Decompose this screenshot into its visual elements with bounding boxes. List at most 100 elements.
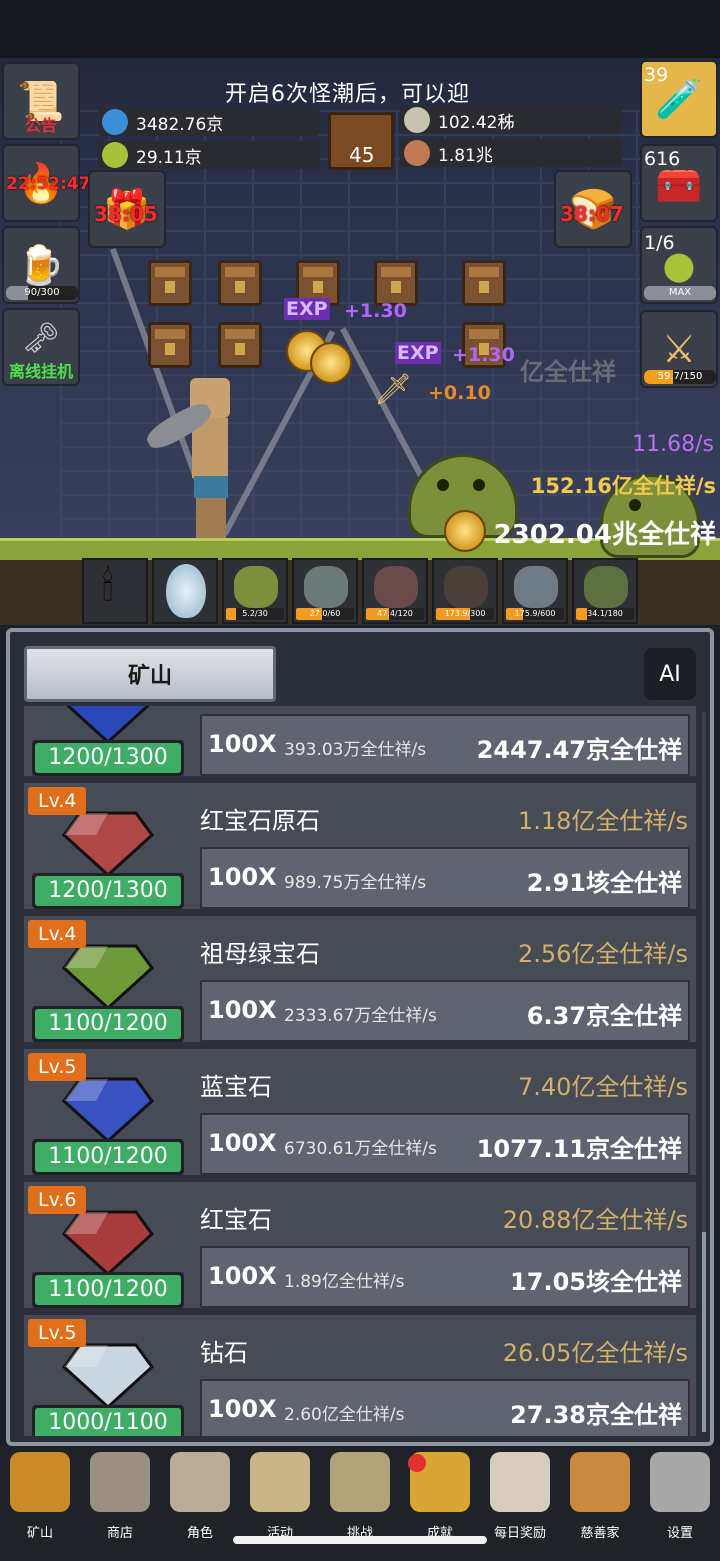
- monster-slot-zombie[interactable]: 27.0/60: [292, 558, 358, 624]
- gem-icon: [60, 1204, 156, 1278]
- left-chest-timer: 38:05: [94, 202, 158, 226]
- scene-chest[interactable]: [218, 322, 262, 368]
- upgrade-button[interactable]: 100X 1.89亿全仕祥/s 17.05垓全仕祥: [200, 1246, 690, 1308]
- chest-button[interactable]: 🧰 616: [640, 144, 718, 222]
- capacity-bar: 1200/1300: [32, 873, 184, 909]
- mine-row[interactable]: 1200/1300 100X 393.03万全仕祥/s 2447.47京全仕祥: [22, 706, 698, 778]
- resource-value: 3482.76京: [136, 114, 224, 135]
- multiplier: 100X: [208, 1395, 277, 1423]
- slime-eye: [629, 499, 641, 511]
- nav-item-bread[interactable]: 慈善家: [560, 1452, 640, 1546]
- slime-eye: [437, 479, 449, 491]
- slime-eye: [473, 479, 485, 491]
- home-indicator[interactable]: [233, 1536, 487, 1544]
- slime-button[interactable]: ● 1/6 MAX: [640, 226, 718, 304]
- game-scene: 开启6次怪潮后，可以迎 📜 公告 🔥 22:52:47 🍺 90/300 🗝 离…: [0, 0, 720, 625]
- mine-rate: 1.18亿全仕祥/s: [517, 807, 688, 835]
- lantern-icon: [10, 1452, 70, 1512]
- nav-item-scroll[interactable]: 活动: [240, 1452, 320, 1546]
- torch-button[interactable]: 🔥 22:52:47: [2, 144, 91, 222]
- potion-button[interactable]: 🧪 39: [640, 60, 718, 138]
- rate-increase: 6730.61万全仕祥/s: [284, 1139, 437, 1159]
- scroll-icon: [250, 1452, 310, 1512]
- resource-value: 102.42秭: [438, 112, 515, 133]
- nav-item-lantern[interactable]: 矿山: [0, 1452, 80, 1546]
- slime-max-text: MAX: [668, 287, 692, 298]
- nav-item-gear[interactable]: 设置: [640, 1452, 720, 1546]
- green-potion-icon: [102, 142, 128, 168]
- scene-chest[interactable]: [218, 260, 262, 306]
- slime-max-bar: MAX: [644, 286, 716, 300]
- sword-progress-bar: 59.7/150: [644, 370, 716, 384]
- upgrade-button[interactable]: 100X 2333.67万全仕祥/s 6.37京全仕祥: [200, 980, 690, 1042]
- upgrade-button[interactable]: 100X 6730.61万全仕祥/s 1077.11京全仕祥: [200, 1113, 690, 1175]
- left-chest-button[interactable]: 🎁 38:05: [88, 170, 166, 248]
- dropped-sword-icon[interactable]: 🗡: [374, 372, 412, 407]
- scrollbar-thumb[interactable]: [702, 1232, 706, 1432]
- capacity-text: 1200/1300: [35, 743, 181, 773]
- monster-progress-text: 5.2/30: [242, 609, 268, 618]
- right-chest-timer: 38:07: [560, 202, 624, 226]
- monster-slot-bat[interactable]: 47.4/120: [362, 558, 428, 624]
- beer-mug-icon: 🍺: [17, 242, 65, 287]
- capacity-text: 1000/1100: [35, 1408, 181, 1436]
- book-button[interactable]: 45: [328, 112, 394, 170]
- mine-name: 蓝宝石: [200, 1073, 272, 1101]
- notification-dot: [408, 1454, 426, 1472]
- silver-coin-icon: [404, 107, 430, 133]
- monster-progress-text: 47.4/120: [377, 609, 413, 618]
- monster-slot-goblin[interactable]: 34.1/180: [572, 558, 638, 624]
- scene-chest[interactable]: [462, 260, 506, 306]
- exp-value: +1.30: [452, 344, 515, 366]
- monster-slot-mummy[interactable]: 175.9/600: [502, 558, 568, 624]
- upgrade-button[interactable]: 100X 989.75万全仕祥/s 2.91垓全仕祥: [200, 847, 690, 909]
- mine-tab-button[interactable]: 矿山: [24, 646, 276, 702]
- monster-progress-bar: 5.2/30: [226, 608, 284, 620]
- nav-item-envelope[interactable]: 每日奖励: [480, 1452, 560, 1546]
- goblin-icon: [584, 566, 628, 608]
- scene-chest[interactable]: [148, 260, 192, 306]
- nav-label: 矿山: [26, 1526, 53, 1541]
- mine-row[interactable]: Lv.4 1200/1300 红宝石原石 1.18亿全仕祥/s 100X 989.75万全…: [22, 781, 698, 911]
- notice-button[interactable]: 📜 公告: [2, 62, 80, 140]
- capacity-bar: 1200/1300: [32, 740, 184, 776]
- chest-count: 616: [644, 148, 681, 170]
- egg-slot[interactable]: [152, 558, 218, 624]
- level-badge: Lv.6: [28, 1186, 87, 1214]
- scene-chest[interactable]: [148, 322, 192, 368]
- income-rate: 152.16亿全仕祥/s: [530, 474, 716, 498]
- capacity-bar: 1100/1200: [32, 1139, 184, 1175]
- mine-row[interactable]: Lv.4 1100/1200 祖母绿宝石 2.56亿全仕祥/s 100X 2333.67万…: [22, 914, 698, 1044]
- nav-item-map[interactable]: 挑战: [320, 1452, 400, 1546]
- mine-row[interactable]: Lv.6 1100/1200 红宝石 20.88亿全仕祥/s 100X 1.89亿全仕祥/…: [22, 1180, 698, 1310]
- upgrade-button[interactable]: 100X 2.60亿全仕祥/s 27.38京全仕祥: [200, 1379, 690, 1436]
- coin-icon[interactable]: [310, 342, 352, 384]
- mine-list[interactable]: 1200/1300 100X 393.03万全仕祥/s 2447.47京全仕祥 Lv.4…: [22, 706, 698, 1436]
- candle-slot[interactable]: 🕯: [82, 558, 148, 624]
- mine-row[interactable]: Lv.5 1100/1200 蓝宝石 7.40亿全仕祥/s 100X 6730.61万全仕…: [22, 1047, 698, 1177]
- ai-button[interactable]: AI: [644, 648, 696, 700]
- sword-button[interactable]: ⚔ 59.7/150: [640, 310, 718, 388]
- bat-icon: [374, 566, 418, 608]
- upgrade-button[interactable]: 100X 393.03万全仕祥/s 2447.47京全仕祥: [200, 714, 690, 776]
- capacity-bar: 1100/1200: [32, 1006, 184, 1042]
- nav-item-skull[interactable]: 角色: [160, 1452, 240, 1546]
- capacity-text: 1100/1200: [35, 1275, 181, 1305]
- resource-silver: 102.42秭: [400, 106, 622, 134]
- meat-icon: [404, 140, 430, 166]
- monster-slot-spider[interactable]: 173.9/300: [432, 558, 498, 624]
- upgrade-cost: 1077.11京全仕祥: [476, 1135, 682, 1163]
- mine-row[interactable]: Lv.5 1000/1100 钻石 26.05亿全仕祥/s 100X 2.60亿全仕祥/s…: [22, 1313, 698, 1436]
- slime-icon: [234, 566, 278, 608]
- total-coin-icon: [444, 510, 486, 552]
- offline-button[interactable]: 🗝 离线挂机: [2, 308, 80, 386]
- mine-list-scrollbar[interactable]: [702, 712, 706, 1432]
- right-chest-button[interactable]: 🍞 38:07: [554, 170, 632, 248]
- resource-green-potion: 29.11京: [98, 141, 320, 169]
- sword-icon: ⚔: [661, 327, 697, 371]
- mine-rate: 2.56亿全仕祥/s: [517, 940, 688, 968]
- beer-button[interactable]: 🍺 90/300: [2, 226, 80, 304]
- multiplier: 100X: [208, 1262, 277, 1290]
- nav-item-shell[interactable]: 商店: [80, 1452, 160, 1546]
- monster-slot-slime[interactable]: 5.2/30: [222, 558, 288, 624]
